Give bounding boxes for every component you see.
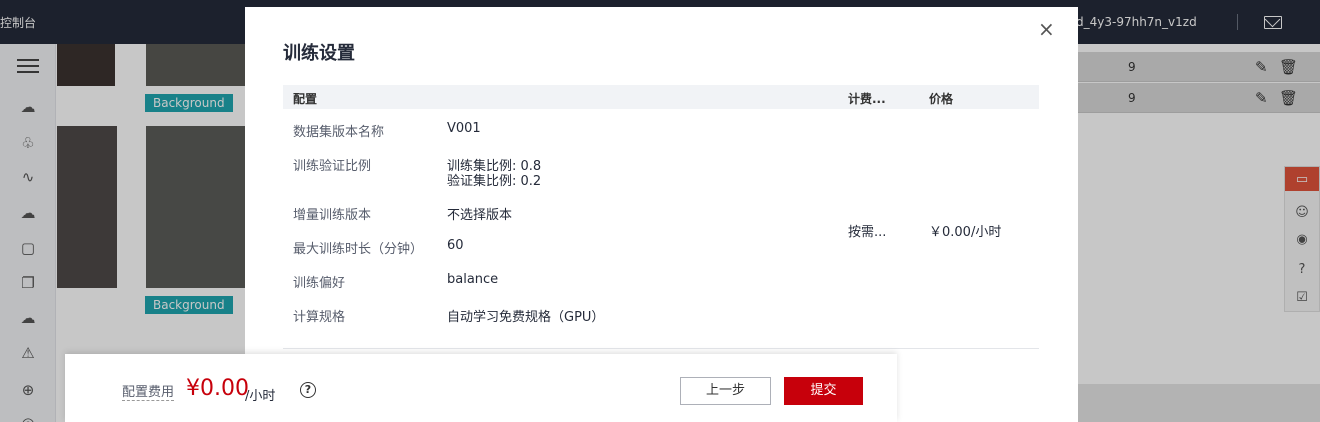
config-label: 数据集版本名称	[293, 125, 385, 140]
fee-unit: /小时	[245, 389, 276, 404]
config-value: 不选择版本	[447, 208, 513, 223]
config-label: 计算规格	[293, 310, 346, 325]
config-value-2: 验证集比例: 0.2	[447, 174, 542, 189]
config-value: balance	[447, 272, 499, 287]
close-icon[interactable]: ×	[1038, 19, 1055, 39]
config-label: 训练验证比例	[293, 159, 372, 174]
help-icon[interactable]: ?	[300, 382, 316, 398]
config-value: V001	[447, 121, 481, 136]
fee-bar: 配置费用 ¥0.00 /小时 ? 上一步 提交	[65, 354, 897, 422]
config-value: 60	[447, 238, 464, 253]
dialog-title: 训练设置	[283, 43, 355, 64]
billing-mode: 按需...	[848, 225, 887, 240]
previous-step-button[interactable]: 上一步	[680, 377, 771, 405]
fee-amount: ¥0.00	[186, 376, 249, 401]
price-value: ￥0.00/小时	[929, 225, 1002, 240]
config-label: 最大训练时长（分钟）	[293, 242, 424, 257]
header-billing: 计费...	[848, 92, 886, 106]
header-config: 配置	[293, 92, 318, 106]
fee-label: 配置费用	[122, 385, 175, 401]
config-label: 训练偏好	[293, 276, 346, 291]
submit-button[interactable]: 提交	[784, 377, 863, 405]
config-label: 增量训练版本	[293, 208, 372, 223]
table-header: 配置 计费... 价格	[283, 85, 1039, 109]
table-divider	[283, 348, 1039, 349]
header-price: 价格	[929, 92, 954, 106]
config-value: 自动学习免费规格（GPU）	[447, 310, 605, 325]
